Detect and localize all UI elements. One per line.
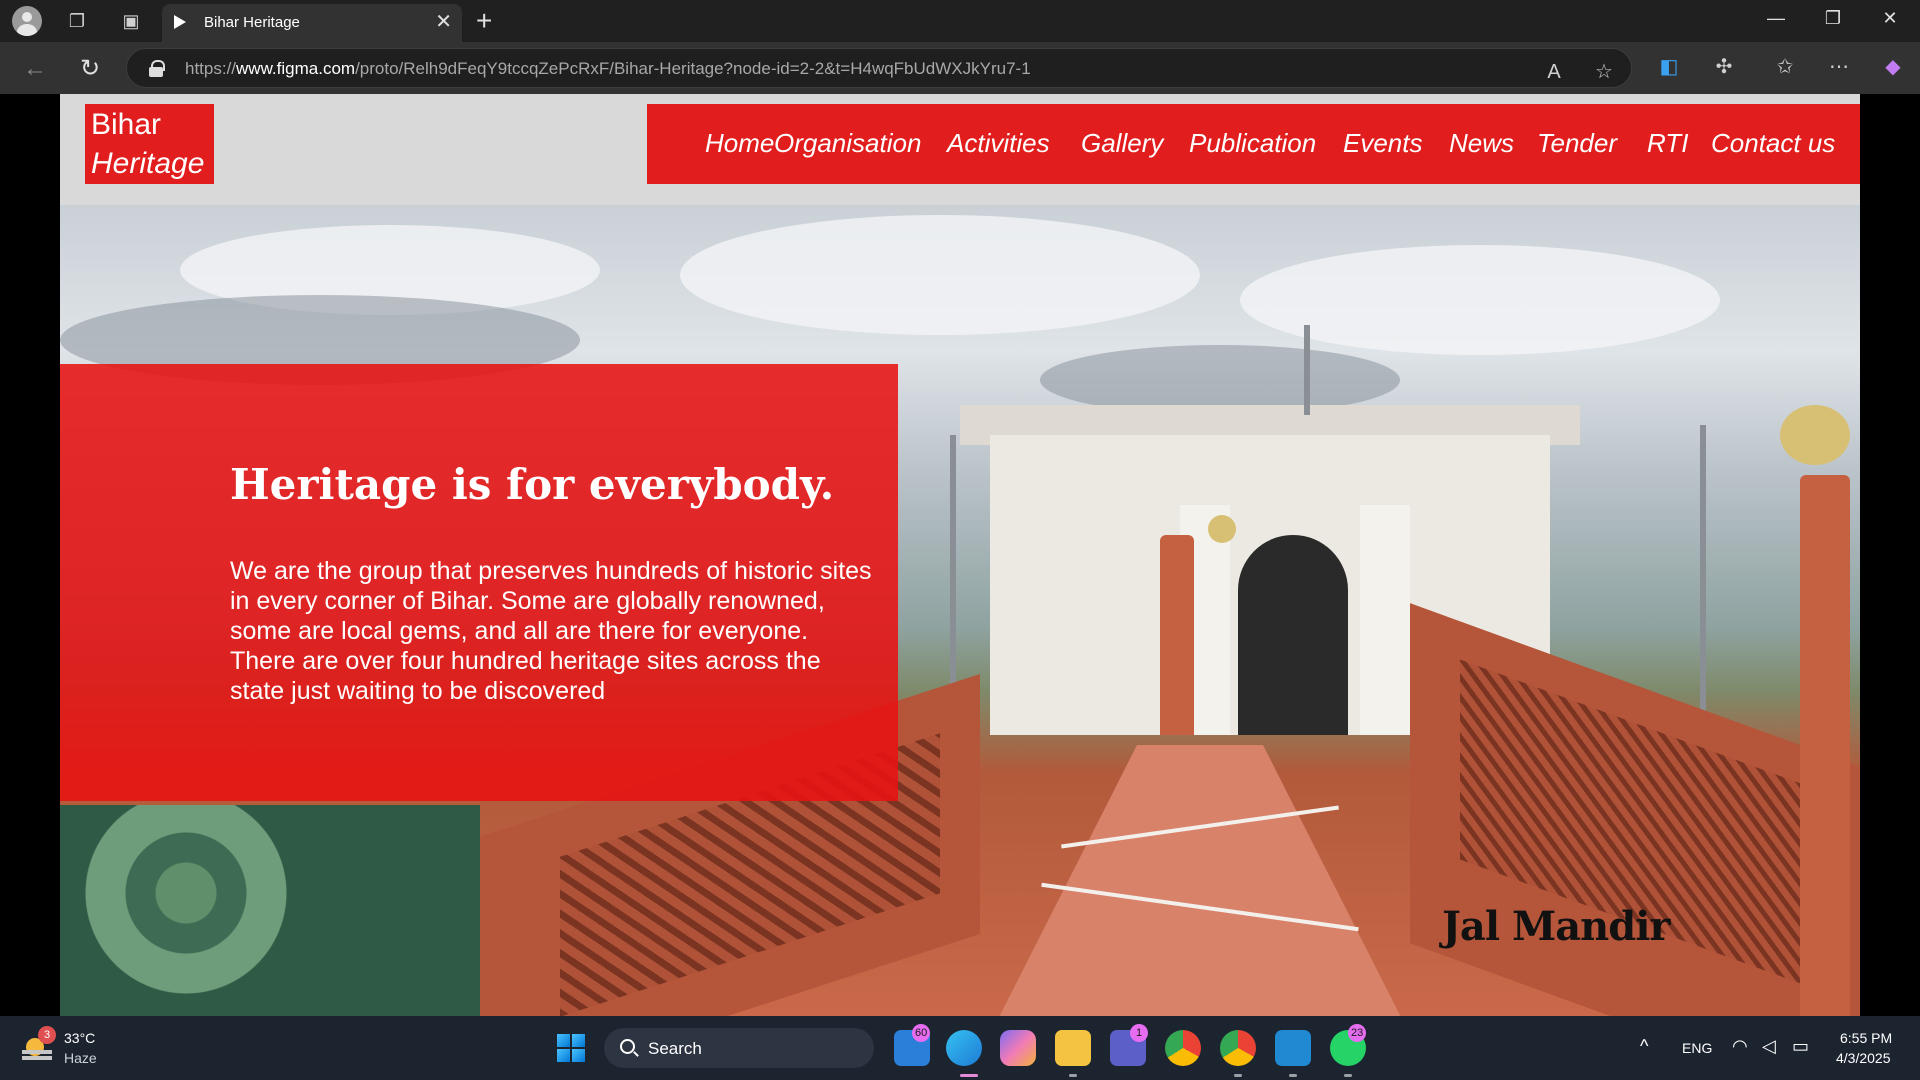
nav-gallery[interactable]: Gallery [1081,128,1163,159]
main-navigation: Home Organisation Activities Gallery Pub… [647,104,1860,184]
weather-temperature[interactable]: 33°C [64,1030,95,1046]
address-bar[interactable]: https://www.figma.com/proto/Relh9dFeqY9t… [126,48,1632,88]
vscode-app-icon[interactable] [1275,1030,1311,1066]
tab-title: Bihar Heritage [204,14,300,31]
nav-contact-us[interactable]: Contact us [1711,128,1835,159]
browser-tab-bar: ❐ ▣ Bihar Heritage ✕ + — ❐ ✕ [0,0,1920,42]
new-tab-icon[interactable]: + [476,6,492,36]
minimize-icon[interactable]: — [1756,8,1796,29]
url-text[interactable]: https://www.figma.com/proto/Relh9dFeqY9t… [185,59,1031,79]
hero-title: Heritage is for everybody. [230,460,835,509]
nav-organisation[interactable]: Organisation [774,128,921,159]
app-running-indicator [1344,1074,1352,1077]
cloud-shape [1240,245,1720,355]
nav-news[interactable]: News [1449,128,1514,159]
stone-walkway [990,745,1410,1016]
lock-icon[interactable] [149,60,165,77]
weather-description[interactable]: Haze [64,1050,97,1066]
hero-description: We are the group that preserves hundreds… [230,557,872,705]
windows-taskbar: 3 33°C Haze Search 60 1 23 ^ ENG ◠ ◁ ▭ 6… [0,1016,1920,1080]
file-explorer-icon[interactable] [1055,1030,1091,1066]
browser-toolbar: ← ↻ https://www.figma.com/proto/Relh9dFe… [0,42,1920,94]
search-label: Search [648,1039,702,1058]
copilot-icon[interactable]: ◆ [1878,52,1908,82]
app-running-indicator [1069,1074,1077,1077]
profile-avatar-icon[interactable] [12,6,42,36]
volume-icon[interactable]: ◁ [1762,1036,1776,1057]
site-header: Bihar Heritage Home Organisation Activit… [60,94,1860,206]
page-viewport: Bihar Heritage Home Organisation Activit… [0,94,1920,1016]
cloud-shape [680,215,1200,335]
read-aloud-icon[interactable]: A [1539,57,1569,87]
logo-line-2: Heritage [91,147,205,180]
clock-time[interactable]: 6:55 PM [1840,1030,1892,1046]
search-icon [620,1039,635,1054]
site-logo[interactable]: Bihar Heritage [85,104,214,184]
temple-column [1360,505,1410,735]
lotus-pond [60,805,480,1016]
workspaces-icon[interactable]: ❐ [62,8,92,34]
lamp-post [1700,425,1706,745]
nav-activities[interactable]: Activities [947,128,1050,159]
hero-image-jal-mandir: Jal Mandir Heritage is for everybody. We… [60,205,1860,1016]
windows-start-icon[interactable] [557,1034,585,1062]
restore-icon[interactable]: ❐ [1813,8,1853,29]
tab-close-icon[interactable]: ✕ [435,11,452,33]
nav-home[interactable]: Home [705,128,774,159]
back-arrow-icon[interactable]: ← [20,54,50,84]
show-hidden-icons-chevron-icon[interactable]: ^ [1640,1036,1648,1057]
lamp-globe [1780,405,1850,465]
nav-rti[interactable]: RTI [1647,128,1688,159]
battery-icon[interactable]: ▭ [1792,1036,1809,1057]
lamp-globe [1208,515,1236,543]
close-window-icon[interactable]: ✕ [1870,8,1910,29]
hero-text-panel: Heritage is for everybody. We are the gr… [60,364,898,801]
temple-archway [1238,535,1348,735]
extension-app-icon[interactable]: ◧ [1654,52,1684,82]
figma-prototype-frame: Bihar Heritage Home Organisation Activit… [60,94,1860,1016]
browser-tab-active[interactable]: Bihar Heritage ✕ [162,4,462,42]
taskbar-search[interactable]: Search [604,1028,874,1068]
play-favicon-icon [174,15,186,29]
railing-post [1800,475,1850,1016]
image-caption: Jal Mandir [1442,903,1670,950]
refresh-icon[interactable]: ↻ [75,54,105,84]
favorite-star-icon[interactable]: ☆ [1589,57,1619,87]
nav-publication[interactable]: Publication [1189,128,1316,159]
copilot-app-icon[interactable] [1000,1030,1036,1066]
nav-tender[interactable]: Tender [1537,128,1617,159]
chrome-profile-app-icon[interactable] [1220,1030,1256,1066]
teams-badge: 1 [1130,1024,1148,1042]
vertical-tabs-icon[interactable]: ▣ [116,8,146,34]
favorites-list-icon[interactable]: ✩ [1770,52,1800,82]
app-running-indicator [1234,1074,1242,1077]
clock-date[interactable]: 4/3/2025 [1836,1050,1891,1066]
active-app-indicator [960,1074,978,1077]
language-indicator[interactable]: ENG [1682,1040,1712,1056]
extensions-puzzle-icon[interactable]: ✣ [1709,52,1739,82]
wifi-icon[interactable]: ◠ [1732,1036,1748,1057]
logo-line-1: Bihar [91,108,162,141]
flag-pole [1304,325,1310,415]
edge-browser-icon[interactable] [946,1030,982,1066]
chrome-app-icon[interactable] [1165,1030,1201,1066]
weather-badge: 3 [38,1026,56,1044]
more-options-icon[interactable]: ⋯ [1824,52,1854,82]
nav-events[interactable]: Events [1343,128,1423,159]
railing-post [1160,535,1194,735]
app-running-indicator [1289,1074,1297,1077]
